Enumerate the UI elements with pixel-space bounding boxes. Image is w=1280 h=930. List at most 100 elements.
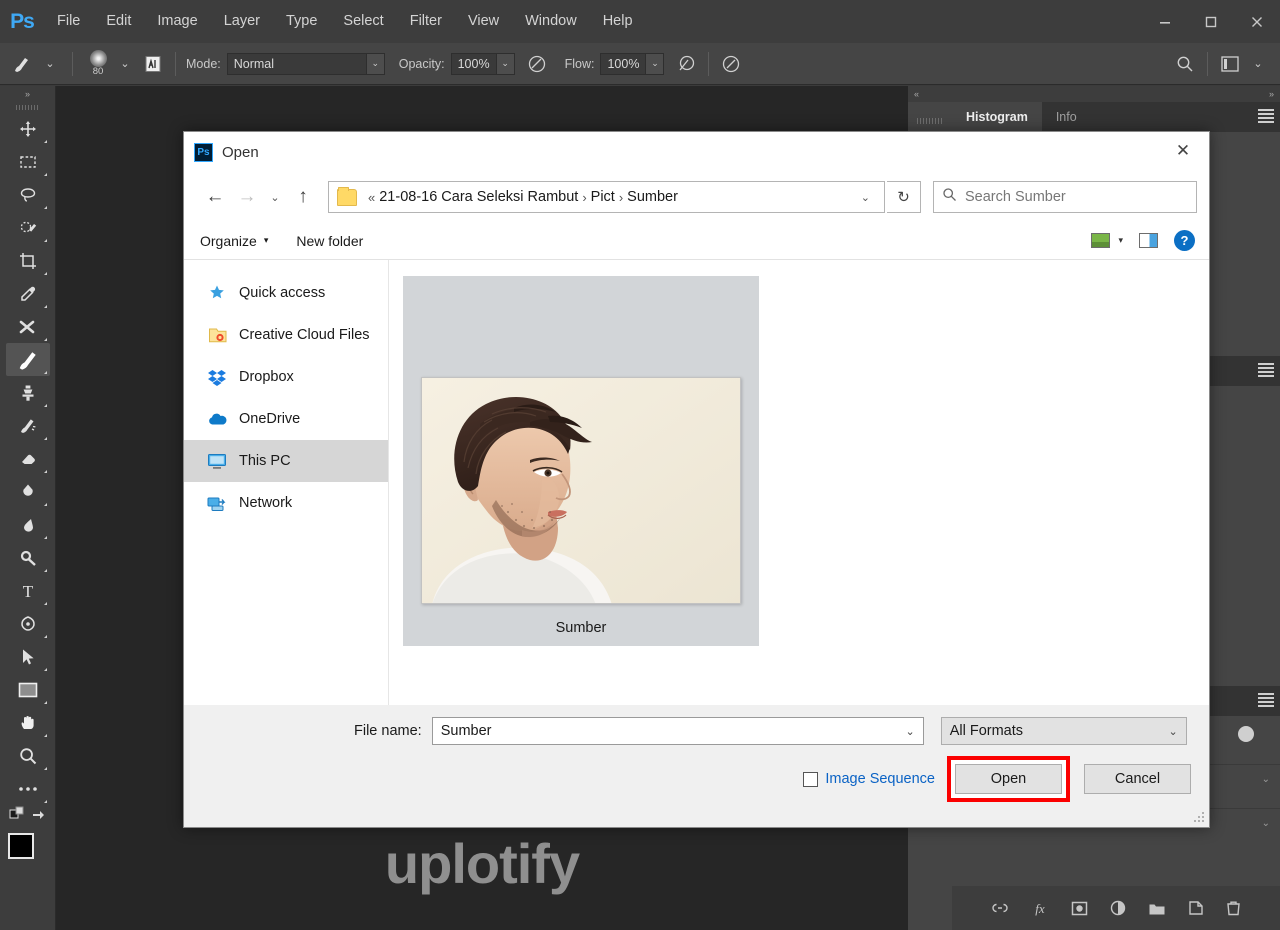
breadcrumb-segment-1[interactable]: Pict bbox=[591, 189, 615, 205]
new-folder-button[interactable]: New folder bbox=[296, 233, 363, 249]
sidebar-item-creative-cloud-files[interactable]: Creative Cloud Files bbox=[184, 314, 388, 356]
blur-tool[interactable] bbox=[6, 508, 50, 541]
preview-pane-icon[interactable] bbox=[1139, 233, 1158, 248]
healing-brush-tool[interactable] bbox=[6, 310, 50, 343]
chevron-down-icon[interactable]: ⌄ bbox=[905, 725, 914, 738]
organize-button[interactable]: Organize ▾ bbox=[200, 233, 268, 249]
search-icon[interactable] bbox=[1171, 50, 1199, 78]
image-sequence-checkbox[interactable] bbox=[803, 771, 819, 787]
close-button[interactable] bbox=[1234, 7, 1280, 37]
pen-tool[interactable] bbox=[6, 607, 50, 640]
menu-edit[interactable]: Edit bbox=[93, 0, 144, 43]
file-name-input[interactable]: Sumber ⌄ bbox=[431, 717, 924, 745]
pressure-opacity-icon[interactable] bbox=[523, 50, 551, 78]
open-button[interactable]: Open bbox=[955, 764, 1062, 794]
add-layer-mask-icon[interactable] bbox=[1071, 901, 1088, 916]
link-layers-icon[interactable] bbox=[991, 901, 1009, 915]
dodge-tool[interactable] bbox=[6, 541, 50, 574]
new-layer-icon[interactable] bbox=[1188, 900, 1204, 916]
path-selection-tool[interactable] bbox=[6, 640, 50, 673]
menu-image[interactable]: Image bbox=[144, 0, 210, 43]
tab-info[interactable]: Info bbox=[1041, 102, 1091, 132]
tools-drag-handle[interactable] bbox=[0, 102, 55, 112]
pressure-size-icon[interactable] bbox=[717, 50, 745, 78]
menu-window[interactable]: Window bbox=[512, 0, 590, 43]
chevron-down-icon[interactable]: ⌄ bbox=[1168, 725, 1177, 738]
breadcrumb-segment-2[interactable]: Sumber bbox=[627, 189, 678, 205]
lasso-tool[interactable] bbox=[6, 178, 50, 211]
hand-tool[interactable] bbox=[6, 706, 50, 739]
panel-menu-icon[interactable] bbox=[1258, 109, 1274, 123]
menu-type[interactable]: Type bbox=[273, 0, 330, 43]
more-tools-icon[interactable] bbox=[6, 772, 50, 805]
blend-mode-caret-icon[interactable]: ⌄ bbox=[366, 52, 385, 75]
tab-histogram[interactable]: Histogram bbox=[952, 102, 1042, 132]
recent-locations-button[interactable]: ⌄ bbox=[264, 182, 286, 212]
rectangular-marquee-tool[interactable] bbox=[6, 145, 50, 178]
airbrush-icon[interactable] bbox=[672, 50, 700, 78]
color-swatches[interactable] bbox=[6, 831, 50, 877]
maximize-button[interactable] bbox=[1188, 7, 1234, 37]
minimize-button[interactable] bbox=[1142, 7, 1188, 37]
view-mode-icon[interactable] bbox=[1091, 233, 1111, 248]
add-layer-style-icon[interactable]: fx bbox=[1031, 900, 1049, 916]
up-button[interactable]: ↑ bbox=[288, 182, 318, 212]
panel-menu-icon[interactable] bbox=[1258, 693, 1274, 707]
brush-size-preview[interactable]: 80 bbox=[85, 49, 111, 79]
image-sequence-checkbox-wrap[interactable]: Image Sequence bbox=[803, 771, 935, 787]
breadcrumb-dropdown-icon[interactable]: ⌄ bbox=[851, 191, 880, 204]
swap-colors-icon[interactable] bbox=[31, 806, 46, 826]
help-icon[interactable]: ? bbox=[1174, 230, 1195, 251]
clone-stamp-tool[interactable] bbox=[6, 376, 50, 409]
opacity-caret-icon[interactable]: ⌄ bbox=[496, 52, 515, 75]
new-adjustment-layer-icon[interactable] bbox=[1110, 900, 1126, 916]
panel-menu-icon[interactable] bbox=[1258, 363, 1274, 377]
panels-collapse-right-icon[interactable]: » bbox=[1269, 89, 1274, 99]
back-button[interactable]: ← bbox=[200, 182, 230, 212]
crop-tool[interactable] bbox=[6, 244, 50, 277]
breadcrumb-overflow[interactable]: « bbox=[368, 190, 375, 205]
blend-mode-select[interactable]: Normal bbox=[226, 52, 367, 75]
gradient-tool[interactable] bbox=[6, 475, 50, 508]
layer-visibility-icon[interactable] bbox=[1238, 726, 1254, 742]
brush-tool[interactable] bbox=[5, 343, 50, 376]
brush-tool-icon[interactable] bbox=[8, 50, 36, 78]
file-list[interactable]: Sumber bbox=[389, 260, 1209, 705]
new-group-icon[interactable] bbox=[1148, 901, 1166, 916]
sidebar-item-network[interactable]: Network bbox=[184, 482, 388, 524]
workspace-switcher-icon[interactable] bbox=[1216, 50, 1244, 78]
list-item[interactable]: Sumber bbox=[403, 276, 759, 646]
menu-filter[interactable]: Filter bbox=[397, 0, 455, 43]
zoom-tool[interactable] bbox=[6, 739, 50, 772]
flow-input[interactable]: 100% bbox=[600, 52, 647, 75]
default-colors-icon[interactable] bbox=[9, 806, 25, 827]
dialog-close-button[interactable]: ✕ bbox=[1161, 134, 1205, 168]
panels-collapse-left-icon[interactable]: « bbox=[914, 89, 919, 99]
sidebar-item-dropbox[interactable]: Dropbox bbox=[184, 356, 388, 398]
file-thumbnail[interactable] bbox=[421, 377, 741, 604]
quick-selection-tool[interactable] bbox=[6, 211, 50, 244]
cancel-button[interactable]: Cancel bbox=[1084, 764, 1191, 794]
breadcrumb[interactable]: « 21-08-16 Cara Seleksi Rambut › Pict › … bbox=[328, 181, 885, 213]
brush-settings-panel-icon[interactable] bbox=[139, 50, 167, 78]
layer-fill-caret-icon[interactable]: ⌄ bbox=[1262, 818, 1270, 829]
forward-button[interactable]: → bbox=[232, 182, 262, 212]
sidebar-item-quick-access[interactable]: Quick access bbox=[184, 272, 388, 314]
menu-view[interactable]: View bbox=[455, 0, 512, 43]
layer-opacity-caret-icon[interactable]: ⌄ bbox=[1262, 774, 1270, 785]
opacity-input[interactable]: 100% bbox=[450, 52, 497, 75]
dialog-resize-grip[interactable] bbox=[1193, 812, 1205, 824]
foreground-color-swatch[interactable] bbox=[7, 833, 34, 859]
breadcrumb-segment-0[interactable]: 21-08-16 Cara Seleksi Rambut bbox=[379, 189, 578, 205]
flow-caret-icon[interactable]: ⌄ bbox=[646, 52, 665, 75]
type-tool[interactable]: T bbox=[6, 574, 50, 607]
menu-file[interactable]: File bbox=[44, 0, 93, 43]
menu-select[interactable]: Select bbox=[330, 0, 396, 43]
menu-help[interactable]: Help bbox=[590, 0, 646, 43]
view-mode-caret-icon[interactable]: ▾ bbox=[1118, 235, 1123, 246]
sidebar-item-this-pc[interactable]: This PC bbox=[184, 440, 388, 482]
delete-layer-icon[interactable] bbox=[1226, 900, 1241, 916]
move-tool[interactable] bbox=[6, 112, 50, 145]
brush-panel-caret-icon[interactable]: ⌄ bbox=[111, 50, 139, 78]
tools-collapse-icon[interactable]: » bbox=[0, 86, 55, 102]
